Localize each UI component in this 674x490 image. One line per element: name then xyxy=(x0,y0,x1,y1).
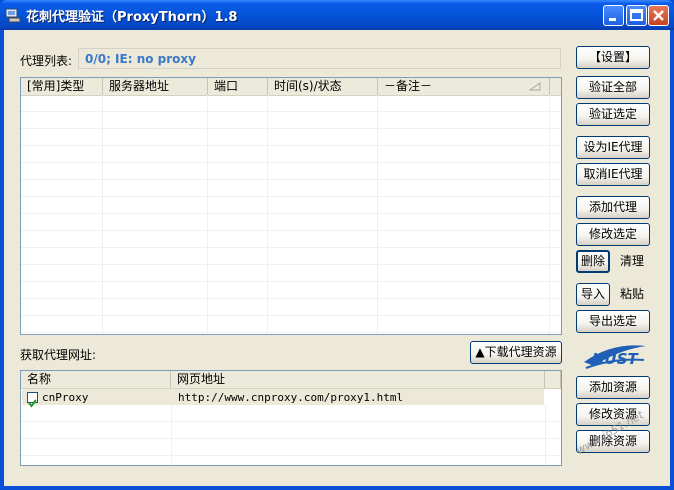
maximize-button[interactable] xyxy=(626,5,647,26)
cancel-ie-proxy-button[interactable]: 取消IE代理 xyxy=(576,163,650,186)
column-web-address[interactable]: 网页地址 xyxy=(171,371,545,388)
set-ie-proxy-button[interactable]: 设为IE代理 xyxy=(576,136,650,159)
empty-row xyxy=(21,146,561,163)
empty-row xyxy=(21,214,561,231)
column-name[interactable]: 名称 xyxy=(21,371,171,388)
empty-row xyxy=(21,405,561,422)
column-notes[interactable]: －备注－ xyxy=(378,78,550,95)
column-port[interactable]: 端口 xyxy=(208,78,268,95)
client-area: 代理列表: 0/0; IE: no proxy [常用]类型 服务器地址 端口 … xyxy=(4,30,670,486)
source-url-label: 获取代理网址: xyxy=(20,348,97,362)
add-proxy-button[interactable]: 添加代理 xyxy=(576,196,650,219)
empty-row xyxy=(21,282,561,299)
hust-logo-icon: HUST xyxy=(584,345,646,369)
list-item[interactable]: cnProxy http://www.cnproxy.com/proxy1.ht… xyxy=(22,389,544,408)
empty-row xyxy=(21,231,561,248)
proxy-list-header: [常用]类型 服务器地址 端口 时间(s)/状态 －备注－ xyxy=(21,78,561,96)
settings-button[interactable]: 【设置】 xyxy=(576,46,650,69)
source-list-view[interactable]: 名称 网页地址 cnProxy http://www.cnproxy.com/p… xyxy=(20,370,562,466)
clear-button[interactable]: 清理 xyxy=(614,250,650,273)
empty-row xyxy=(21,265,561,282)
column-type[interactable]: [常用]类型 xyxy=(21,78,103,95)
empty-row xyxy=(21,129,561,146)
resource-name: cnProxy xyxy=(42,391,89,404)
download-resources-button[interactable]: ▲下载代理资源 xyxy=(470,341,562,364)
close-button[interactable] xyxy=(648,5,669,26)
export-selected-button[interactable]: 导出选定 xyxy=(576,310,650,333)
empty-row xyxy=(21,163,561,180)
empty-row xyxy=(21,95,561,112)
proxy-list-view[interactable]: [常用]类型 服务器地址 端口 时间(s)/状态 －备注－ xyxy=(20,77,562,335)
verify-selected-button[interactable]: 验证选定 xyxy=(576,103,650,126)
add-resource-button[interactable]: 添加资源 xyxy=(576,376,650,399)
column-spacer xyxy=(545,371,561,388)
proxy-list-label: 代理列表: xyxy=(20,54,73,68)
empty-row xyxy=(21,439,561,456)
resource-url: http://www.cnproxy.com/proxy1.html xyxy=(178,391,404,404)
app-window: 花刺代理验证（ProxyThorn）1.8 代理列表: 0/0; IE: no … xyxy=(0,0,674,490)
edit-selected-button[interactable]: 修改选定 xyxy=(576,223,650,246)
empty-row xyxy=(21,299,561,316)
empty-row xyxy=(21,248,561,265)
minimize-button[interactable] xyxy=(603,5,624,26)
empty-row xyxy=(21,180,561,197)
empty-row xyxy=(21,422,561,439)
sort-arrow-icon xyxy=(529,82,541,91)
app-icon xyxy=(5,8,21,23)
title-bar[interactable]: 花刺代理验证（ProxyThorn）1.8 xyxy=(0,0,674,30)
empty-row xyxy=(21,112,561,129)
close-icon xyxy=(653,10,664,21)
empty-row xyxy=(21,197,561,214)
status-box: 0/0; IE: no proxy xyxy=(78,48,561,69)
delete-button[interactable]: 删除 xyxy=(576,250,610,273)
empty-row xyxy=(21,316,561,333)
column-notes-label: －备注－ xyxy=(384,79,433,93)
minimize-icon xyxy=(609,18,616,21)
import-button[interactable]: 导入 xyxy=(576,283,610,306)
verify-all-button[interactable]: 验证全部 xyxy=(576,76,650,99)
source-list-header: 名称 网页地址 xyxy=(21,371,561,389)
maximize-icon xyxy=(630,9,643,21)
column-time-status[interactable]: 时间(s)/状态 xyxy=(268,78,378,95)
resource-checkbox[interactable] xyxy=(27,392,38,408)
window-title: 花刺代理验证（ProxyThorn）1.8 xyxy=(26,10,238,25)
proxy-status-text: 0/0; IE: no proxy xyxy=(85,52,196,66)
paste-button[interactable]: 粘贴 xyxy=(614,283,650,306)
column-server-address[interactable]: 服务器地址 xyxy=(103,78,208,95)
